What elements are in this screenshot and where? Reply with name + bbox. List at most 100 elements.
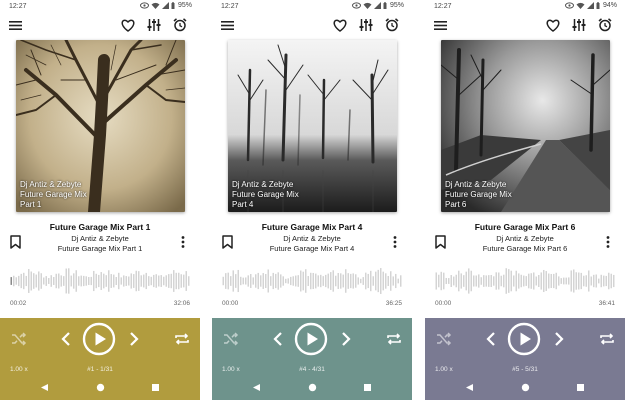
menu-button[interactable] bbox=[219, 17, 235, 33]
repeat-button[interactable] bbox=[385, 330, 403, 348]
nav-home-button[interactable] bbox=[93, 380, 107, 394]
waveform-bar bbox=[13, 275, 15, 287]
more-vertical-icon bbox=[181, 236, 185, 248]
playback-controls: 1.00 x #4 - 4/31 bbox=[212, 318, 412, 400]
waveform-bar bbox=[105, 275, 107, 287]
status-time: 12:27 bbox=[434, 3, 452, 10]
equalizer-button[interactable] bbox=[146, 17, 162, 33]
signal-icon bbox=[586, 2, 594, 9]
waveform-bar bbox=[282, 276, 284, 286]
waveform-bar bbox=[135, 270, 137, 292]
waveform-bar bbox=[108, 270, 110, 292]
favorite-button[interactable] bbox=[332, 17, 348, 33]
waveform-bar bbox=[513, 275, 515, 287]
waveform-bar bbox=[68, 268, 70, 294]
equalizer-icon bbox=[147, 19, 161, 31]
previous-button[interactable] bbox=[483, 329, 499, 349]
shuffle-button[interactable] bbox=[435, 330, 453, 348]
waveform-bar bbox=[443, 272, 445, 290]
waveform-bar bbox=[480, 277, 482, 285]
hamburger-menu-icon bbox=[220, 20, 234, 30]
waveform-seekbar[interactable] bbox=[10, 266, 190, 296]
repeat-icon bbox=[387, 333, 401, 345]
waveform-bar bbox=[125, 276, 127, 286]
sleep-timer-button[interactable] bbox=[597, 17, 613, 33]
repeat-button[interactable] bbox=[598, 330, 616, 348]
waveform-seekbar[interactable] bbox=[222, 266, 402, 296]
waveform-bar bbox=[603, 275, 605, 287]
waveform-bar bbox=[530, 273, 532, 289]
more-options-button[interactable] bbox=[601, 235, 615, 251]
waveform-bar bbox=[590, 276, 592, 286]
waveform-bar bbox=[265, 274, 267, 288]
more-options-button[interactable] bbox=[176, 235, 190, 251]
waveform-bar bbox=[583, 275, 585, 287]
favorite-button[interactable] bbox=[545, 17, 561, 33]
sleep-timer-button[interactable] bbox=[172, 17, 188, 33]
previous-button[interactable] bbox=[270, 329, 286, 349]
toolbar bbox=[212, 14, 412, 36]
previous-button[interactable] bbox=[58, 329, 74, 349]
waveform-bar bbox=[605, 275, 607, 287]
shuffle-button[interactable] bbox=[10, 330, 28, 348]
play-button[interactable] bbox=[507, 322, 541, 356]
nav-recent-button[interactable] bbox=[573, 380, 587, 394]
track-artist: Dj Antiz & Zebyte bbox=[283, 234, 341, 243]
waveform-bar bbox=[508, 269, 510, 293]
waveform-bar bbox=[28, 269, 30, 293]
waveform-bar bbox=[148, 276, 150, 286]
waveform-bar bbox=[453, 276, 455, 286]
bookmark-button[interactable] bbox=[222, 235, 236, 251]
waveform-bar bbox=[100, 272, 102, 290]
track-info: Future Garage Mix Part 6 Dj Antiz & Zeby… bbox=[425, 222, 625, 256]
waveform-seekbar[interactable] bbox=[435, 266, 615, 296]
play-button[interactable] bbox=[294, 322, 328, 356]
waveform-bar bbox=[222, 276, 224, 286]
track-title: Future Garage Mix Part 1 bbox=[49, 222, 151, 232]
repeat-button[interactable] bbox=[173, 330, 191, 348]
next-button[interactable] bbox=[338, 329, 354, 349]
waveform-bar bbox=[510, 270, 512, 292]
waveform-bar bbox=[255, 274, 257, 288]
bookmark-button[interactable] bbox=[435, 235, 449, 251]
shuffle-button[interactable] bbox=[222, 330, 240, 348]
nav-home-button[interactable] bbox=[518, 380, 532, 394]
more-options-button[interactable] bbox=[388, 235, 402, 251]
equalizer-button[interactable] bbox=[571, 17, 587, 33]
play-button[interactable] bbox=[82, 322, 116, 356]
equalizer-icon bbox=[572, 19, 586, 31]
hamburger-menu-icon bbox=[433, 20, 447, 30]
equalizer-button[interactable] bbox=[358, 17, 374, 33]
waveform-bar bbox=[245, 277, 247, 285]
waveform-bar bbox=[98, 274, 100, 288]
next-button[interactable] bbox=[126, 329, 142, 349]
nav-recent-button[interactable] bbox=[148, 380, 162, 394]
waveform-bar bbox=[382, 271, 384, 291]
total-time: 32:06 bbox=[173, 300, 190, 307]
wifi-icon bbox=[151, 2, 160, 9]
signal-icon bbox=[373, 2, 381, 9]
menu-button[interactable] bbox=[432, 17, 448, 33]
track-artist: Dj Antiz & Zebyte bbox=[71, 234, 129, 243]
nav-back-button[interactable] bbox=[249, 380, 263, 394]
menu-button[interactable] bbox=[7, 17, 23, 33]
waveform-bar bbox=[185, 271, 187, 291]
track-info: Future Garage Mix Part 4 Dj Antiz & Zeby… bbox=[212, 222, 412, 256]
nav-recent-button[interactable] bbox=[360, 380, 374, 394]
waveform-bar bbox=[560, 278, 562, 284]
nav-home-button[interactable] bbox=[305, 380, 319, 394]
more-vertical-icon bbox=[606, 236, 610, 248]
nav-back-button[interactable] bbox=[462, 380, 476, 394]
nav-back-button[interactable] bbox=[37, 380, 51, 394]
sleep-timer-button[interactable] bbox=[384, 17, 400, 33]
home-circle-icon bbox=[96, 383, 104, 391]
bookmark-button[interactable] bbox=[10, 235, 24, 251]
waveform-bar bbox=[463, 275, 465, 287]
next-button[interactable] bbox=[551, 329, 567, 349]
waveform-bar bbox=[250, 274, 252, 288]
waveform-bar bbox=[610, 273, 612, 289]
waveform-bar bbox=[553, 273, 555, 289]
waveform-bar bbox=[113, 274, 115, 288]
favorite-button[interactable] bbox=[120, 17, 136, 33]
battery-percent: 95% bbox=[177, 2, 192, 9]
